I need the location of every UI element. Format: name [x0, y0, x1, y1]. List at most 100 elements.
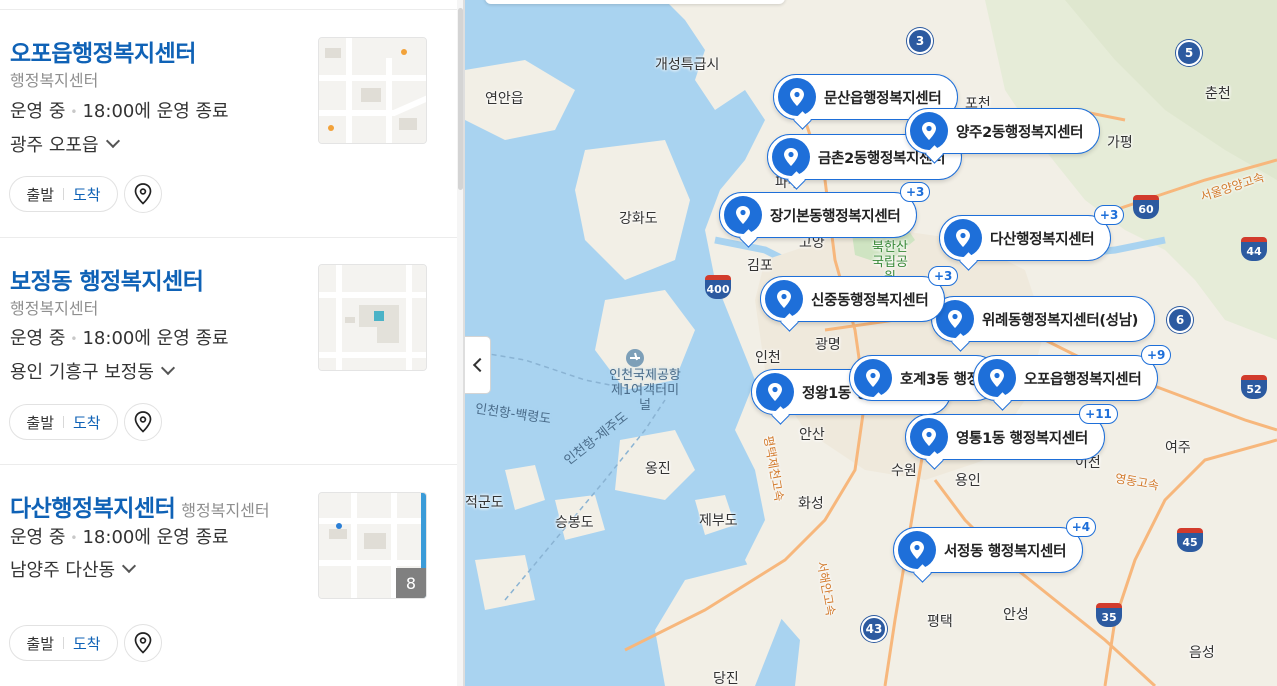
result-thumbnail[interactable] [318, 264, 427, 371]
cluster-count-badge: +11 [1079, 404, 1118, 424]
result-item[interactable]: 오포읍행정복지센터 행정복지센터 운영 중 • 18:00에 운영 종료 광주 오포… [0, 10, 457, 238]
expressway-shield: 60 [1133, 195, 1159, 219]
route-button[interactable]: 출발 도착 [9, 404, 118, 440]
marker-label: 양주2동행정복지센터 [956, 124, 1084, 141]
map-top-panel-handle [485, 0, 785, 4]
map-pin-icon [765, 280, 803, 318]
marker-label: 위례동행정복지센터(성남) [982, 312, 1139, 329]
divider [63, 188, 64, 200]
closing-hours: 18:00에 운영 종료 [82, 101, 229, 122]
map-pin-icon [756, 373, 794, 411]
place-label: 연안읍 [485, 91, 524, 107]
open-status: 운영 중 [10, 328, 66, 349]
cluster-count-badge: +9 [1140, 345, 1172, 365]
place-label: 음성 [1189, 645, 1215, 661]
route-from-button[interactable]: 출발 [26, 184, 54, 205]
place-marker[interactable]: 서정동 행정복지센터 +4 [893, 517, 1097, 573]
location-label: 광주 오포읍 [10, 135, 99, 156]
result-title-text[interactable]: 다산행정복지센터 [10, 496, 176, 522]
cluster-count-badge: +3 [927, 266, 959, 286]
open-status: 운영 중 [10, 101, 66, 122]
place-label: 옹진 [645, 461, 671, 477]
chevron-left-icon [472, 357, 487, 373]
result-item[interactable]: 다산행정복지센터 행정복지센터 운영 중 • 18:00에 운영 종료 남양주 다산동… [0, 465, 457, 686]
marker-label: 문산읍행정복지센터 [824, 90, 942, 107]
chevron-down-icon [122, 558, 137, 574]
result-location[interactable]: 용인 기흥구 보정동 [10, 358, 176, 384]
place-label: 안성 [1003, 607, 1029, 623]
marker-label: 영통1동 행정복지센터 [956, 430, 1088, 447]
map-pin-icon [978, 359, 1016, 397]
national-road-shield: 5 [1176, 40, 1202, 66]
cluster-count-badge: +3 [1093, 205, 1125, 225]
result-category: 행정복지센터 [10, 71, 99, 90]
expressway-shield: 44 [1241, 237, 1267, 261]
result-item[interactable]: 보정동 행정복지센터 행정복지센터 운영 중 • 18:00에 운영 종료 용인 기… [0, 238, 457, 465]
route-to-button[interactable]: 도착 [73, 412, 101, 433]
place-marker[interactable]: 오포읍행정복지센터 +9 [973, 345, 1172, 401]
place-label: 안산 [799, 427, 825, 443]
national-road-shield: 43 [861, 616, 887, 642]
route-button[interactable]: 출발 도착 [9, 625, 118, 661]
expressway-shield: 35 [1096, 603, 1122, 627]
collapse-panel-button[interactable] [465, 336, 491, 394]
result-category: 행정복지센터 [181, 501, 270, 520]
place-label: 화성 [798, 496, 824, 512]
map-view[interactable]: 개성특급시 연안읍 포천 춘천 가평 파주 강화도 고양 김포 북한산 국립공원… [465, 0, 1277, 686]
location-label: 용인 기흥구 보정동 [10, 362, 154, 383]
place-marker[interactable]: 영통1동 행정복지센터 +11 [905, 404, 1118, 460]
expressway-shield: 400 [705, 275, 731, 299]
place-label: 춘천 [1205, 86, 1231, 102]
result-title[interactable]: 오포읍행정복지센터 [10, 34, 196, 68]
search-result-list[interactable]: 오포읍행정복지센터 행정복지센터 운영 중 • 18:00에 운영 종료 광주 오포… [0, 0, 457, 686]
result-status: 운영 중 • 18:00에 운영 종료 [10, 324, 229, 350]
map-pin-icon [854, 359, 892, 397]
place-label: 제부도 [699, 513, 738, 529]
result-thumbnail[interactable] [318, 37, 427, 144]
map-pin-icon [778, 78, 816, 116]
separator-dot: • [70, 105, 78, 119]
result-location[interactable]: 남양주 다산동 [10, 556, 137, 582]
map-pin-icon [898, 531, 936, 569]
location-pin-icon [134, 411, 152, 433]
place-marker[interactable]: 장기본동행정복지센터 +3 [719, 182, 931, 238]
place-label: 적군도 [465, 495, 504, 511]
place-label: 용인 [955, 473, 981, 489]
place-marker[interactable]: 신중동행정복지센터 +3 [760, 266, 959, 322]
map-thumbnail-image [319, 265, 426, 370]
marker-label: 신중동행정복지센터 [811, 292, 929, 309]
route-to-button[interactable]: 도착 [73, 184, 101, 205]
result-location[interactable]: 광주 오포읍 [10, 131, 120, 157]
place-marker[interactable]: 위례동행정복지센터(성남) [931, 296, 1156, 342]
expressway-shield: 45 [1177, 528, 1203, 552]
route-to-button[interactable]: 도착 [73, 633, 101, 654]
map-pin-icon [910, 418, 948, 456]
open-status: 운영 중 [10, 527, 66, 548]
place-label: 가평 [1107, 135, 1133, 151]
place-marker[interactable]: 다산행정복지센터 +3 [939, 205, 1125, 261]
place-label: 광명 [815, 337, 841, 353]
national-road-shield: 6 [1167, 307, 1193, 333]
divider [63, 637, 64, 649]
place-label: 강화도 [619, 211, 658, 227]
airport-label: 인천국제공항 제1여객터미널 [609, 368, 681, 413]
place-marker[interactable]: 양주2동행정복지센터 [905, 108, 1101, 154]
result-title[interactable]: 보정동 행정복지센터 [10, 262, 204, 296]
expressway-shield: 52 [1241, 375, 1267, 399]
national-road-shield: 3 [907, 28, 933, 54]
result-category: 행정복지센터 [10, 299, 99, 318]
route-button[interactable]: 출발 도착 [9, 176, 118, 212]
route-from-button[interactable]: 출발 [26, 412, 54, 433]
result-status: 운영 중 • 18:00에 운영 종료 [10, 523, 229, 549]
show-on-map-button[interactable] [124, 403, 162, 441]
show-on-map-button[interactable] [124, 175, 162, 213]
cluster-count-badge: +3 [900, 182, 931, 202]
route-from-button[interactable]: 출발 [26, 633, 54, 654]
map-pin-icon [910, 112, 948, 150]
result-thumbnail[interactable]: 8 [318, 492, 427, 599]
result-title[interactable]: 다산행정복지센터 행정복지센터 [10, 489, 270, 523]
closing-hours: 18:00에 운영 종료 [82, 527, 229, 548]
separator-dot: • [70, 332, 78, 346]
show-on-map-button[interactable] [124, 624, 162, 662]
place-label: 여주 [1165, 440, 1191, 456]
